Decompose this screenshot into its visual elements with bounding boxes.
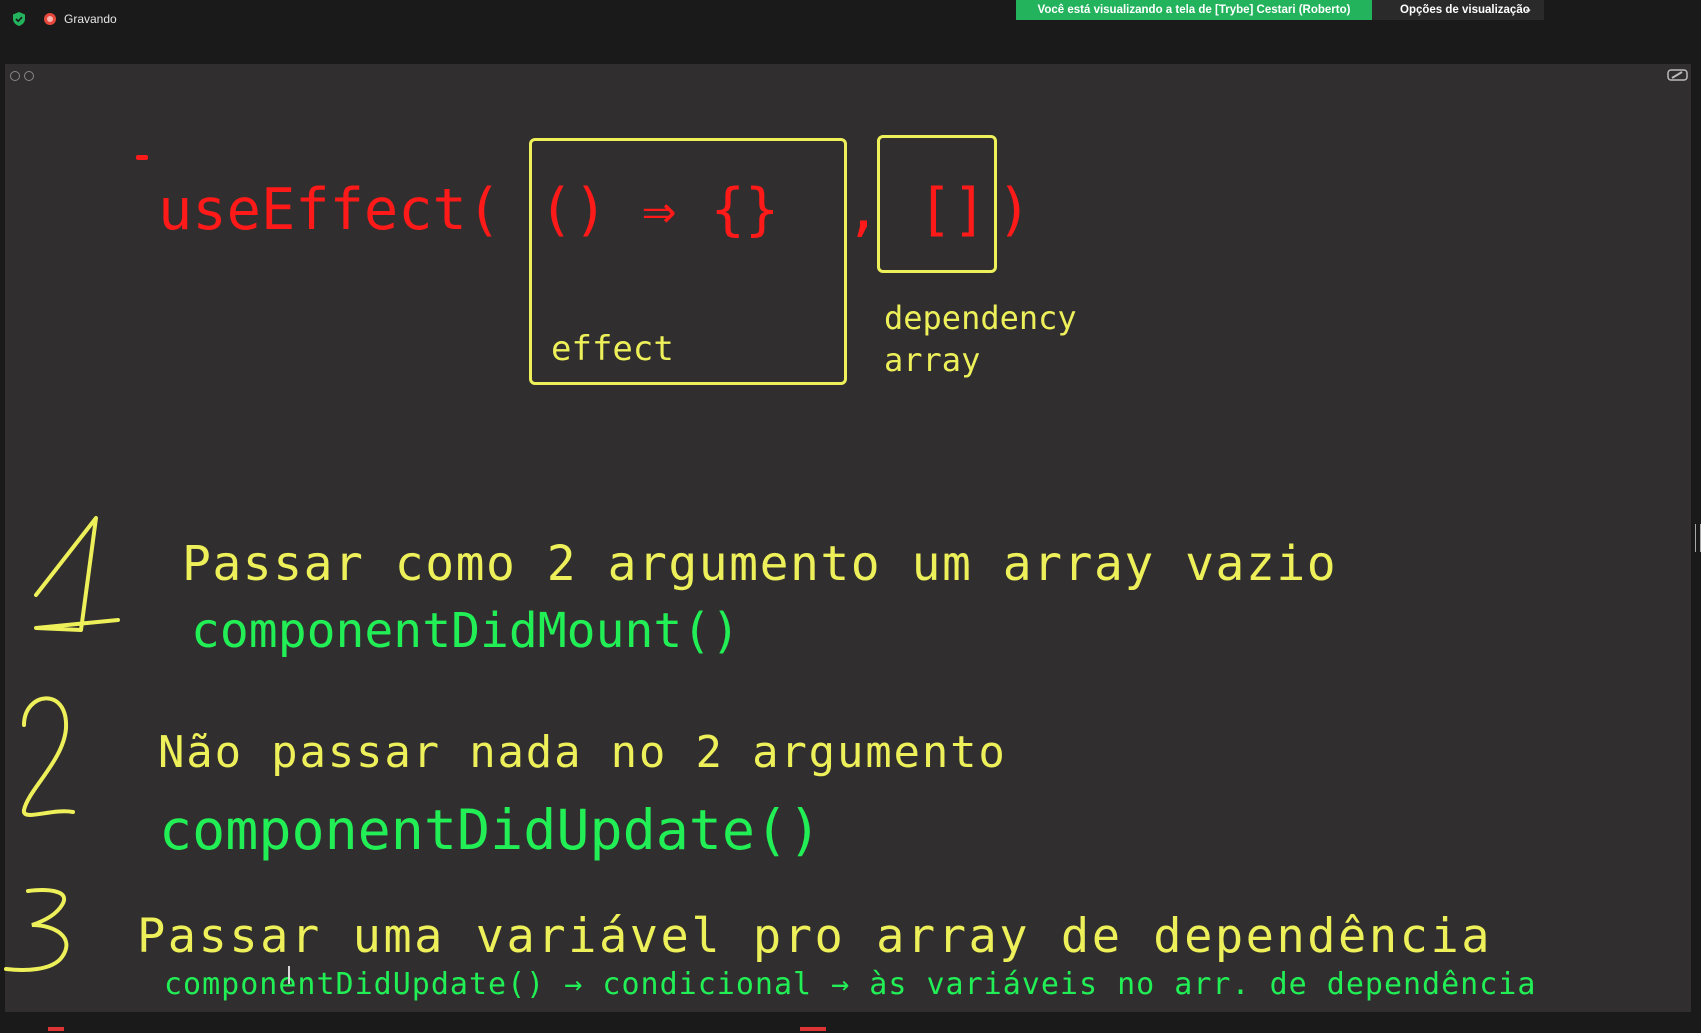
text-cursor-icon [288, 966, 290, 984]
code-comma: , [846, 177, 881, 243]
item-number-3 [4, 888, 69, 972]
recording-label[interactable]: Gravando [64, 12, 117, 26]
view-options-label: Opções de visualização [1400, 4, 1530, 16]
record-icon[interactable] [44, 13, 56, 25]
pen-icon[interactable] [1667, 68, 1689, 82]
item-2-description: Não passar nada no 2 argumento [158, 727, 1007, 778]
item-number-1 [34, 516, 120, 632]
screen-share-banner: Você está visualizando a tela de [Trybe]… [1016, 0, 1372, 20]
zoom-in-icon[interactable] [10, 71, 20, 81]
item-3-description: Passar uma variável pro array de dependê… [137, 909, 1493, 964]
bottom-marker [48, 1027, 64, 1031]
dependency-box [877, 135, 997, 273]
effect-label: effect [551, 329, 674, 369]
code-use-effect: useEffect( [158, 177, 502, 243]
dependency-label-line1: dependency [884, 299, 1077, 337]
dependency-label-line2: array [884, 341, 981, 379]
item-2-lifecycle: componentDidUpdate() [159, 798, 822, 862]
item-number-2 [22, 696, 75, 817]
code-close-paren: ) [997, 177, 1032, 243]
scroll-handle[interactable] [1695, 524, 1701, 552]
bottom-strip [0, 1012, 1701, 1033]
bottom-marker [800, 1027, 826, 1031]
ink-mark [136, 155, 148, 160]
view-options-button[interactable]: Opções de visualização ⌄ [1372, 0, 1544, 20]
item-1-lifecycle: componentDidMount() [191, 603, 741, 659]
item-1-description: Passar como 2 argumento um array vazio [182, 536, 1338, 592]
chevron-down-icon: ⌄ [1524, 4, 1533, 15]
zoom-out-icon[interactable] [24, 71, 34, 81]
zoom-controls[interactable] [10, 68, 38, 86]
item-3-lifecycle: componentDidUpdate() → condicional → às … [164, 967, 1537, 1002]
shield-check-icon[interactable] [12, 12, 26, 26]
